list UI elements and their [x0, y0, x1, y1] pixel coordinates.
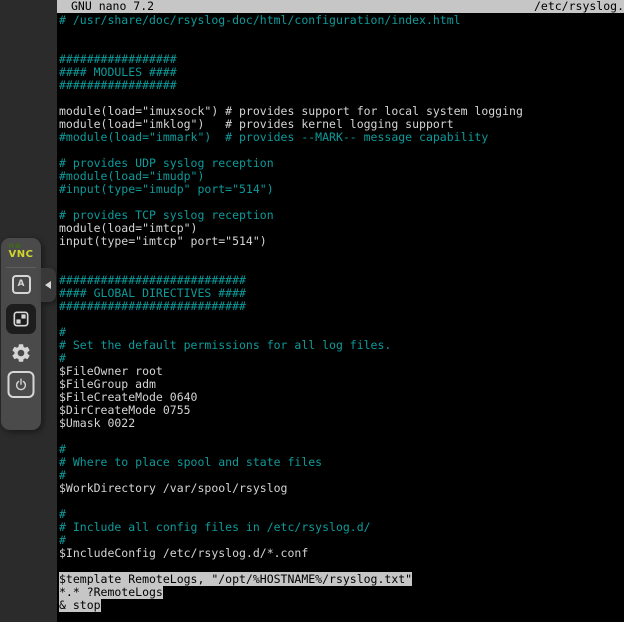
editor-line: # Include all config files in /etc/rsysl… [59, 521, 624, 534]
novnc-logo: no VNC [1, 241, 41, 259]
power-icon [14, 377, 29, 392]
novnc-logo-bottom: VNC [1, 250, 41, 259]
disconnect-button[interactable] [8, 371, 35, 398]
gear-icon [10, 342, 32, 364]
editor-line: $IncludeConfig /etc/rsyslog.d/*.conf [59, 547, 624, 560]
nano-filename-label: /etc/rsyslog. [534, 0, 624, 13]
editor-line [59, 430, 624, 443]
editor-line: *.* ?RemoteLogs [59, 586, 624, 599]
panel-collapse-handle[interactable] [41, 268, 56, 302]
fullscreen-button[interactable] [6, 304, 36, 334]
novnc-control-panel: no VNC A [1, 238, 41, 430]
editor-line: # /usr/share/doc/rsyslog-doc/html/config… [59, 14, 624, 27]
editor-line: ########################### [59, 300, 624, 313]
keyboard-key-icon: A [12, 275, 31, 294]
editor-line: # Where to place spool and state files [59, 456, 624, 469]
nano-version-label: GNU nano 7.2 [57, 0, 154, 13]
editor-line [59, 27, 624, 40]
terminal-screen[interactable]: GNU nano 7.2 /etc/rsyslog. # /usr/share/… [57, 0, 624, 622]
editor-line: $WorkDirectory /var/spool/rsyslog [59, 482, 624, 495]
editor-line: ################# [59, 79, 624, 92]
keyboard-button[interactable]: A [8, 271, 34, 297]
editor-line: #input(type="imudp" port="514") [59, 183, 624, 196]
editor-body: # /usr/share/doc/rsyslog-doc/html/config… [57, 13, 624, 612]
editor-line: #module(load="immark") # provides --MARK… [59, 131, 624, 144]
novnc-logo-top: no [0, 241, 35, 250]
nano-titlebar: GNU nano 7.2 /etc/rsyslog. [57, 0, 624, 13]
chevron-left-icon [45, 281, 51, 289]
editor-line [59, 248, 624, 261]
editor-line [59, 495, 624, 508]
fullscreen-icon [11, 309, 31, 329]
settings-button[interactable] [8, 340, 34, 366]
panel-divider [6, 267, 36, 268]
editor-line: $DirCreateMode 0755 [59, 404, 624, 417]
editor-line: & stop [59, 599, 624, 612]
editor-line [59, 313, 624, 326]
editor-line: input(type="imtcp" port="514") [59, 235, 624, 248]
editor-line: $Umask 0022 [59, 417, 624, 430]
editor-line: # Set the default permissions for all lo… [59, 339, 624, 352]
